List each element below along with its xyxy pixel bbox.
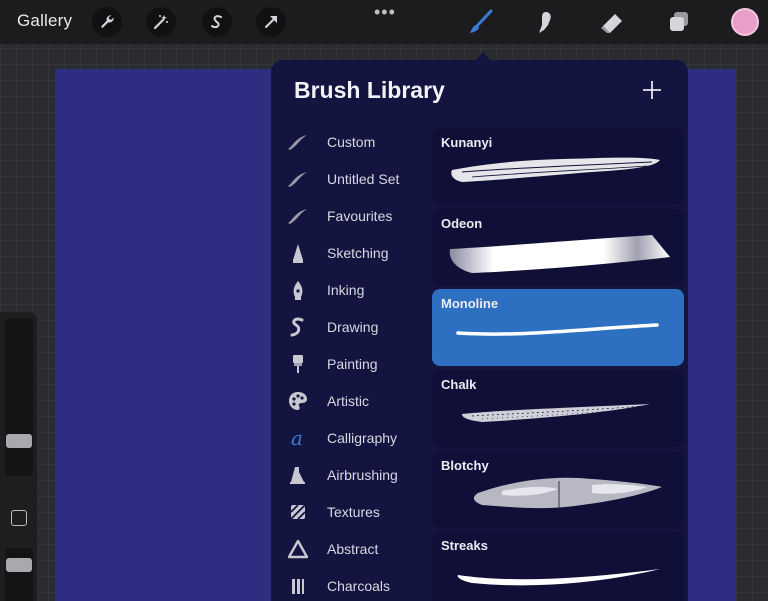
category-favourites[interactable]: Favourites [281,200,431,232]
panel-title: Brush Library [294,77,445,103]
brush-blotchy[interactable]: Blotchy [432,451,684,528]
brush-name: Chalk [441,377,477,392]
category-painting[interactable]: Painting [281,348,431,380]
brush-kunanyi[interactable]: Kunanyi [432,128,684,205]
svg-text:a: a [291,427,303,449]
category-calligraphy[interactable]: a Calligraphy [281,422,431,454]
transform-arrow-icon[interactable] [256,7,286,37]
category-abstract[interactable]: Abstract [281,533,431,565]
magic-wand-icon[interactable] [146,7,176,37]
category-untitled-set[interactable]: Untitled Set [281,163,431,195]
category-label: Textures [327,504,380,520]
stroke-icon [281,129,315,155]
category-label: Artistic [327,393,369,409]
brush-stroke-preview [457,569,660,586]
category-label: Favourites [327,208,393,224]
category-label: Sketching [327,245,389,261]
category-airbrushing[interactable]: Airbrushing [281,459,431,491]
brush-library-panel: Brush Library Custom Untitled Set Favour… [271,60,688,601]
gallery-button[interactable]: Gallery [17,11,72,31]
brush-stroke-preview [473,477,662,511]
category-sketching[interactable]: Sketching [281,237,431,269]
brush-name: Kunanyi [441,135,493,150]
category-artistic[interactable]: Artistic [281,385,431,417]
palette-icon [281,388,315,414]
pen-nib-icon [281,277,315,303]
category-inking[interactable]: Inking [281,274,431,306]
category-label: Airbrushing [327,467,398,483]
category-label: Untitled Set [327,171,400,187]
category-label: Custom [327,134,376,150]
airbrush-icon [281,462,315,488]
brush-name: Odeon [441,216,483,231]
brush-name: Blotchy [441,458,489,473]
side-slider-bar [0,312,37,601]
category-custom[interactable]: Custom [281,126,431,158]
squiggle-icon [281,314,315,340]
brush-streaks[interactable]: Streaks [432,531,684,601]
more-options-icon[interactable]: ••• [374,2,396,23]
brush-chalk[interactable]: Chalk [432,370,684,447]
charcoal-icon [281,573,315,599]
category-label: Painting [327,356,378,372]
brush-name: Monoline [441,296,499,311]
brush-stroke-preview [456,323,659,336]
pencil-tip-icon [281,240,315,266]
brush-icon[interactable] [466,7,496,37]
category-textures[interactable]: Textures [281,496,431,528]
layers-icon[interactable] [664,7,694,37]
category-charcoals[interactable]: Charcoals [281,570,431,601]
top-toolbar: Gallery ••• [0,0,768,44]
stroke-icon [281,203,315,229]
brush-stroke-preview [451,157,660,182]
calligraphy-a-icon: a [281,425,315,451]
paint-brush-icon [281,351,315,377]
category-label: Inking [327,282,365,298]
modify-button[interactable] [11,510,27,526]
brush-stroke-preview [462,404,650,422]
brush-size-slider[interactable] [5,318,33,476]
brush-odeon[interactable]: Odeon [432,209,684,286]
brush-stroke-preview [449,235,670,273]
smudge-icon[interactable] [531,7,561,37]
category-label: Calligraphy [327,430,398,446]
plus-icon [643,81,661,99]
triangle-icon [281,536,315,562]
brush-size-slider-thumb[interactable] [6,434,32,448]
selection-icon[interactable] [202,7,232,37]
category-label: Drawing [327,319,379,335]
color-picker-button[interactable] [731,8,759,36]
wrench-icon[interactable] [92,7,122,37]
category-drawing[interactable]: Drawing [281,311,431,343]
brush-name: Streaks [441,538,488,553]
stroke-icon [281,166,315,192]
opacity-slider-thumb[interactable] [6,558,32,572]
texture-icon [281,499,315,525]
opacity-slider[interactable] [5,548,33,601]
category-label: Charcoals [327,578,391,594]
category-label: Abstract [327,541,379,557]
brush-monoline[interactable]: Monoline [432,289,684,366]
eraser-icon[interactable] [597,7,627,37]
add-brush-set-button[interactable] [640,78,664,102]
